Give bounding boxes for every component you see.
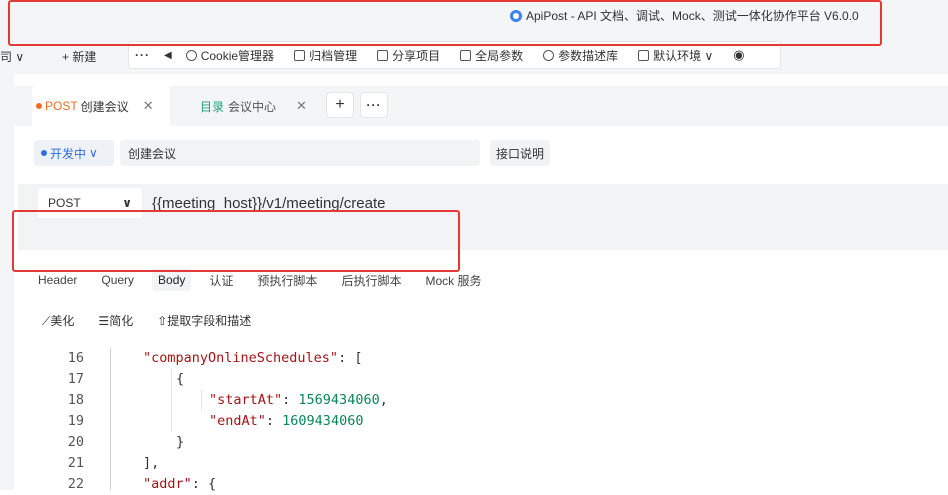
- api-name-input[interactable]: [120, 140, 480, 166]
- url-bar: POST ∨: [18, 184, 948, 222]
- line-number: 21: [67, 455, 84, 471]
- upload-icon: ⇧: [157, 314, 168, 328]
- cookie-manager-label: Cookie管理器: [200, 48, 275, 63]
- line-number: 19: [67, 413, 84, 429]
- beautify-label: 美化: [50, 314, 75, 328]
- share-project-button[interactable]: 分享项目: [377, 47, 440, 64]
- api-desc-button[interactable]: 接口说明: [490, 140, 550, 166]
- json-punct: ],: [143, 455, 160, 471]
- environment-label: 默认环境 ∨: [653, 48, 714, 63]
- tab-label: 创建会议: [80, 99, 129, 114]
- line-number: 18: [67, 392, 84, 408]
- list-icon: ☰: [98, 314, 110, 328]
- eye-icon[interactable]: ◉: [733, 47, 744, 63]
- tab-header[interactable]: Header: [38, 269, 77, 291]
- tab-query[interactable]: Query: [101, 269, 134, 291]
- share-icon: [377, 49, 389, 61]
- code-line: 18 "startAt": 1569434060,: [18, 390, 948, 411]
- chevron-down-icon: ∨: [122, 196, 132, 210]
- tab-auth[interactable]: 认证: [209, 268, 233, 293]
- archive-manager-label: 归档管理: [309, 48, 358, 63]
- global-params-label: 全局参数: [475, 48, 524, 63]
- line-number: 16: [67, 350, 84, 366]
- environment-selector[interactable]: 默认环境 ∨: [638, 47, 713, 64]
- json-punct: }: [176, 434, 185, 450]
- method-label: POST: [48, 196, 81, 210]
- share-project-label: 分享项目: [392, 48, 441, 63]
- apipost-logo-icon: [510, 9, 522, 22]
- code-line: 16 "companyOnlineSchedules": [: [18, 348, 948, 369]
- cookie-manager-button[interactable]: Cookie管理器: [185, 47, 275, 64]
- tab-method: POST: [45, 99, 78, 113]
- json-number: 1609434060: [282, 413, 364, 429]
- status-dot-icon: [36, 103, 42, 109]
- toolbar-collapse-button[interactable]: ◀: [164, 50, 172, 61]
- tab-dir-prefix: 目录: [200, 99, 225, 114]
- close-icon[interactable]: ✕: [296, 98, 307, 114]
- request-editor: 开发中 ∨ 接口说明 POST ∨ Header Query Body 认证 预…: [18, 126, 948, 492]
- method-select[interactable]: POST ∨: [38, 188, 142, 218]
- beautify-button[interactable]: ⟋美化: [42, 312, 74, 329]
- global-params-icon: [460, 49, 472, 61]
- line-number: 20: [67, 434, 84, 450]
- tab-post-script[interactable]: 后执行脚本: [341, 268, 401, 293]
- json-punct: : [: [338, 350, 363, 366]
- request-tabs: POST 创建会议 ✕ 目录 会议中心 ✕ + ···: [14, 86, 948, 126]
- cube-icon: [543, 49, 555, 61]
- chevron-down-icon: ∨: [89, 146, 98, 160]
- line-number: 17: [67, 371, 84, 387]
- body-toolbar: ⟋美化 ☰简化 ⇧提取字段和描述: [42, 312, 275, 329]
- cookie-icon: [185, 49, 197, 61]
- json-key: "endAt": [209, 413, 266, 429]
- main-toolbar: 司 ∨ + 新建 ··· ◀ Cookie管理器 归档管理 分享项目 全局参数 …: [0, 36, 948, 74]
- json-punct: {: [176, 371, 185, 387]
- tab-pre-script[interactable]: 预执行脚本: [257, 268, 317, 293]
- team-selector[interactable]: 司 ∨: [0, 48, 24, 65]
- json-number: 1569434060: [298, 392, 380, 408]
- line-number: 22: [67, 476, 84, 492]
- tab-create-meeting[interactable]: POST 创建会议 ✕: [32, 86, 170, 126]
- url-input[interactable]: [148, 188, 928, 218]
- close-icon[interactable]: ✕: [143, 98, 154, 114]
- code-line: 19 "endAt": 1609434060: [18, 411, 948, 432]
- global-params-button[interactable]: 全局参数: [460, 47, 523, 64]
- tab-more-button[interactable]: ···: [360, 92, 388, 118]
- code-line: 21 ],: [18, 453, 948, 474]
- code-line: 22 "addr": {: [18, 474, 948, 495]
- tab-body[interactable]: Body: [152, 269, 192, 291]
- simplify-label: 简化: [109, 314, 134, 328]
- status-select[interactable]: 开发中 ∨: [34, 140, 114, 166]
- json-key: "startAt": [209, 392, 283, 408]
- code-line: 20 }: [18, 432, 948, 453]
- url-description-row[interactable]: [18, 222, 948, 250]
- tab-label: 会议中心: [228, 99, 277, 114]
- window-title-text: ApiPost - API 文档、调试、Mock、测试一体化协作平台 V6.0.…: [526, 9, 859, 23]
- param-desc-library-label: 参数描述库: [558, 48, 619, 63]
- simplify-button[interactable]: ☰简化: [98, 312, 133, 329]
- tab-meeting-center[interactable]: 目录 会议中心 ✕: [200, 86, 307, 126]
- toolbar-more-button[interactable]: ···: [135, 48, 150, 62]
- status-label: 开发中: [50, 146, 87, 161]
- left-rail: [0, 74, 14, 490]
- extract-fields-button[interactable]: ⇧提取字段和描述: [157, 312, 251, 329]
- environment-icon: [638, 49, 650, 61]
- window-title: ApiPost - API 文档、调试、Mock、测试一体化协作平台 V6.0.…: [510, 7, 859, 24]
- code-editor[interactable]: 16 "companyOnlineSchedules": [ 17 { 18 "…: [18, 348, 948, 495]
- request-section-tabs: Header Query Body 认证 预执行脚本 后执行脚本 Mock 服务: [38, 268, 505, 292]
- archive-icon: [294, 49, 306, 61]
- archive-manager-button[interactable]: 归档管理: [294, 47, 357, 64]
- toolbar-group: ··· ◀ Cookie管理器 归档管理 分享项目 全局参数 参数描述库 默认环…: [128, 41, 781, 69]
- code-line: 17 {: [18, 369, 948, 390]
- status-dot-icon: [41, 150, 47, 156]
- new-button[interactable]: + 新建: [62, 48, 96, 65]
- add-tab-button[interactable]: +: [326, 92, 354, 118]
- tab-mock[interactable]: Mock 服务: [425, 268, 481, 293]
- json-key: "companyOnlineSchedules": [143, 350, 339, 366]
- title-bar: ApiPost - API 文档、调试、Mock、测试一体化协作平台 V6.0.…: [0, 0, 948, 36]
- param-desc-library-button[interactable]: 参数描述库: [543, 47, 618, 64]
- extract-fields-label: 提取字段和描述: [167, 314, 252, 328]
